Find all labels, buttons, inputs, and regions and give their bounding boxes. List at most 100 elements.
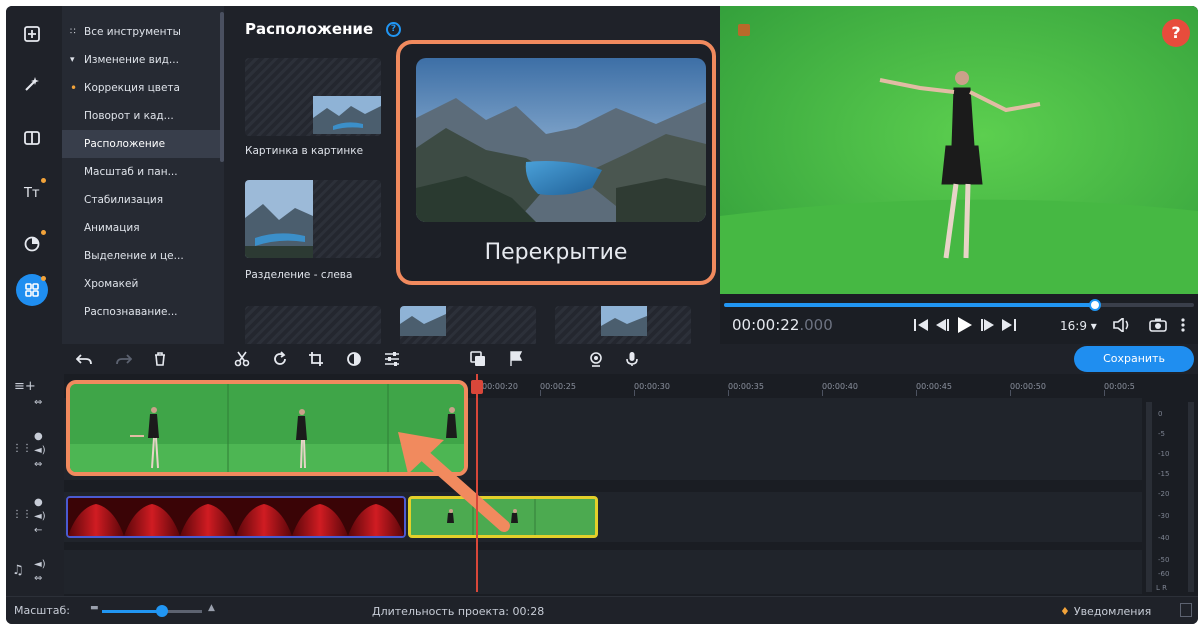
filters-button[interactable] <box>16 68 48 100</box>
category-scrollbar[interactable] <box>220 12 224 162</box>
category-stabilization[interactable]: Стабилизация <box>62 186 222 214</box>
more-tools-button[interactable] <box>16 274 48 306</box>
frame-forward-button[interactable] <box>978 315 996 335</box>
music-note-icon: ♫ <box>12 563 24 578</box>
crop-button[interactable] <box>306 349 326 369</box>
category-label: Распознавание... <box>84 306 178 318</box>
playback-progress[interactable] <box>724 299 1194 311</box>
layout-presets-panel: Расположение ? Картинка в картинке Разде… <box>228 6 716 344</box>
play-button[interactable] <box>956 315 974 335</box>
redo-button[interactable] <box>114 349 134 369</box>
split-button[interactable] <box>232 349 252 369</box>
drag-handle-icon[interactable]: ⋮⋮ <box>12 510 32 520</box>
meter-right-channel <box>1188 402 1194 592</box>
visibility-icon[interactable]: ● <box>34 498 43 508</box>
aspect-value: 16:9 <box>1060 319 1087 333</box>
link-icon[interactable]: ⇔ <box>34 574 42 584</box>
video-preview[interactable]: ? <box>720 6 1198 294</box>
category-label: Хромакей <box>84 278 139 290</box>
aspect-ratio-select[interactable]: 16:9 ▾ <box>1060 319 1097 333</box>
new-dot-icon: • <box>70 81 78 95</box>
curtain-clip[interactable] <box>66 496 406 538</box>
clip-properties-button[interactable] <box>382 349 402 369</box>
undo-button[interactable] <box>74 349 94 369</box>
titles-button[interactable]: Tт <box>16 176 48 208</box>
grid-icon: ∷ <box>70 27 76 37</box>
transitions-icon <box>24 131 40 145</box>
more-tools-icon <box>25 283 39 297</box>
marker-button[interactable] <box>506 349 526 369</box>
progress-knob[interactable] <box>1089 299 1102 311</box>
panel-title: Расположение <box>245 20 374 38</box>
preset-split-label: Разделение - слева <box>245 269 353 281</box>
sound-icon[interactable]: ◄) <box>34 446 46 456</box>
layout-toggle-icon[interactable] <box>1180 603 1192 617</box>
preset-row3-c[interactable] <box>555 306 691 344</box>
transitions-button[interactable] <box>16 122 48 154</box>
project-duration: Длительность проекта: 00:28 <box>372 605 545 618</box>
meter-label: -30 <box>1158 512 1170 520</box>
more-options-button[interactable] <box>1176 315 1190 335</box>
play-icon <box>958 317 972 333</box>
notifications-button[interactable]: ♦ Уведомления <box>1060 605 1151 618</box>
zoom-knob[interactable] <box>156 605 168 617</box>
help-button[interactable]: ? <box>1162 19 1190 47</box>
help-icon[interactable]: ? <box>386 22 401 37</box>
preset-row3-a[interactable] <box>245 306 381 344</box>
scissors-icon <box>234 351 250 367</box>
sound-icon[interactable]: ◄) <box>34 512 46 522</box>
badge-dot <box>41 178 46 183</box>
zoom-in-icon[interactable]: ▲ <box>208 603 215 613</box>
preset-picture-in-picture[interactable] <box>245 58 381 136</box>
delete-button[interactable] <box>150 349 170 369</box>
sound-icon[interactable]: ◄) <box>34 560 46 570</box>
volume-button[interactable] <box>1112 315 1132 335</box>
category-label: Расположение <box>84 138 166 150</box>
mountain-lake-thumbnail <box>416 58 706 222</box>
category-zoom-pan[interactable]: Масштаб и пан... <box>62 158 222 186</box>
link-icon[interactable]: ← <box>34 526 42 536</box>
skip-start-button[interactable] <box>912 315 930 335</box>
meter-label: -20 <box>1158 490 1170 498</box>
snapshot-button[interactable] <box>1148 315 1168 335</box>
category-all-tools[interactable]: ∷ Все инструменты <box>62 18 222 46</box>
frame-back-button[interactable] <box>934 315 952 335</box>
import-button[interactable] <box>16 18 48 50</box>
category-animation[interactable]: Анимация <box>62 214 222 242</box>
kebab-menu-icon <box>1181 318 1185 332</box>
add-track-icon[interactable]: ≡+ <box>14 380 36 393</box>
visibility-icon[interactable]: ● <box>34 432 43 442</box>
preset-split-left[interactable] <box>245 180 381 258</box>
rotate-button[interactable] <box>270 349 290 369</box>
category-chroma-key[interactable]: Хромакей <box>62 270 222 298</box>
badge-dot <box>41 230 46 235</box>
category-rotate-crop[interactable]: Поворот и кад... <box>62 102 222 130</box>
category-recognition[interactable]: Распознавание... <box>62 298 222 326</box>
zoom-out-icon[interactable]: ▬ <box>90 603 99 613</box>
ruler-tick <box>1010 390 1011 396</box>
drag-handle-icon[interactable]: ⋮⋮ <box>12 444 32 454</box>
overlay-mode-button[interactable] <box>468 349 488 369</box>
save-button[interactable]: Сохранить <box>1074 346 1194 372</box>
skip-end-button[interactable] <box>1000 315 1018 335</box>
color-adjust-button[interactable] <box>344 349 364 369</box>
category-layout[interactable]: Расположение <box>62 130 222 158</box>
preset-pip-label: Картинка в картинке <box>245 145 364 157</box>
microphone-icon <box>626 352 638 366</box>
timecode: 00:00:22.000 <box>732 316 833 334</box>
preset-overlay[interactable]: Перекрытие <box>396 40 716 285</box>
link-icon[interactable]: ⇔ <box>34 398 42 408</box>
category-change-view[interactable]: ▾ Изменение вид... <box>62 46 222 74</box>
import-icon <box>24 26 40 42</box>
playhead[interactable] <box>476 374 478 592</box>
landscape-thumbnail <box>601 306 647 336</box>
ruler-tick <box>916 390 917 396</box>
link-icon[interactable]: ⇔ <box>34 460 42 470</box>
record-webcam-button[interactable] <box>586 349 606 369</box>
record-audio-button[interactable] <box>622 349 642 369</box>
preset-row3-b[interactable] <box>400 306 536 344</box>
stickers-button[interactable] <box>16 228 48 260</box>
zoom-slider[interactable] <box>102 605 202 617</box>
category-color-correction[interactable]: • Коррекция цвета <box>62 74 222 102</box>
category-highlight[interactable]: Выделение и це... <box>62 242 222 270</box>
